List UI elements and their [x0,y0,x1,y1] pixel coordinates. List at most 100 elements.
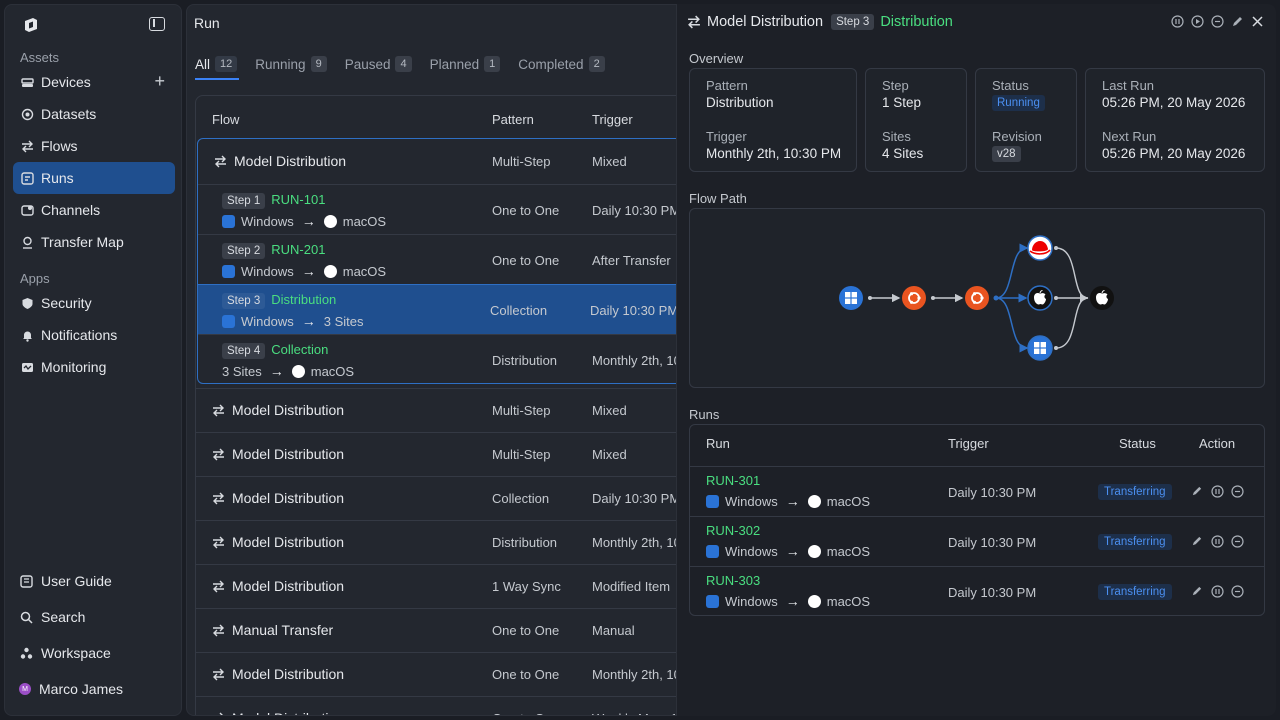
table-row[interactable]: Model Distribution Multi-Step Mixed [198,139,685,184]
pattern-cell: One to One [492,623,560,638]
step-name: RUN-201 [271,242,326,257]
user-name: Marco James [39,681,124,697]
sidebar-item-label: Security [41,295,92,311]
run-id[interactable]: RUN-303 [706,573,760,588]
workspace-icon [19,646,33,660]
pause-icon[interactable] [1210,484,1224,498]
app-logo-icon[interactable] [21,15,41,35]
sidebar-item-datasets[interactable]: Datasets [13,98,175,130]
column-header-trigger[interactable]: Trigger [592,112,633,127]
apple-node-icon[interactable] [1027,285,1053,311]
run-route: Windows → macOS [706,593,870,609]
trigger-cell: Monthly 2th, 10 [592,353,681,368]
column-header-trigger[interactable]: Trigger [948,436,989,451]
workspace-label: Workspace [41,645,111,661]
pause-icon[interactable] [1210,584,1224,598]
sidebar-item-flows[interactable]: Flows [13,130,175,162]
overview-card-step: Step 1 Step Sites 4 Sites [865,68,967,172]
tab-label: All [195,56,211,72]
apple-node-icon[interactable] [1090,286,1114,310]
windows-node-icon[interactable] [839,286,863,310]
run-row[interactable]: RUN-303 Windows → macOS Daily 10:30 PM Transf… [690,566,1264,616]
edit-icon[interactable] [1190,484,1204,498]
table-row-step[interactable]: Step 1 RUN-101 Windows → macOS One to One D… [198,184,685,234]
tab-completed[interactable]: Completed 2 [518,52,606,76]
user-profile[interactable]: M Marco James [19,681,123,697]
table-row[interactable]: Model Distribution Multi-Step Mixed [196,388,685,432]
run-id[interactable]: RUN-302 [706,523,760,538]
table-row-step[interactable]: Step 2 RUN-201 Windows → macOS One to One A… [198,234,685,284]
table-row[interactable]: Model Distribution One to One Weekly Mon, … [196,696,685,715]
collapse-sidebar-icon[interactable] [149,17,165,31]
column-header-flow[interactable]: Flow [212,112,239,127]
add-device-icon[interactable]: + [154,72,165,90]
sidebar-item-notifications[interactable]: Notifications [13,319,175,351]
windows-icon [222,314,235,328]
table-row-step[interactable]: Step 4 Collection 3 Sites → macOS Distribut… [198,334,685,384]
sidebar-item-security[interactable]: Security [13,287,175,319]
stop-icon[interactable] [1210,14,1224,28]
section-label-assets: Assets [20,50,60,65]
edit-icon[interactable] [1230,14,1244,28]
apple-icon [807,594,821,608]
sidebar-item-transfer-map[interactable]: Transfer Map [13,226,175,258]
tab-planned[interactable]: Planned 1 [430,52,503,76]
column-header-pattern[interactable]: Pattern [492,112,534,127]
pause-icon[interactable] [1210,534,1224,548]
apple-icon [323,214,337,228]
table-row[interactable]: Model Distribution 1 Way Sync Modified Ite… [196,564,685,608]
close-icon[interactable] [1250,14,1264,28]
user-guide-link[interactable]: User Guide [19,573,112,589]
stop-icon[interactable] [1230,584,1244,598]
table-row[interactable]: Model Distribution One to One Monthly 2th,… [196,652,685,696]
table-row[interactable]: Model Distribution Distribution Monthly 2t… [196,520,685,564]
column-header-run[interactable]: Run [706,436,730,451]
tab-running[interactable]: Running 9 [255,52,328,76]
table-row[interactable]: Model Distribution Multi-Step Mixed [196,432,685,476]
pause-icon[interactable] [1170,14,1184,28]
channels-icon [21,204,34,217]
play-icon[interactable] [1190,14,1204,28]
stop-icon[interactable] [1230,484,1244,498]
search-link[interactable]: Search [19,609,85,625]
stop-icon[interactable] [1230,534,1244,548]
step-name: RUN-101 [271,192,326,207]
workspace-link[interactable]: Workspace [19,645,111,661]
runs-icon [21,171,34,185]
tab-all[interactable]: All 12 [195,52,240,80]
column-header-status[interactable]: Status [1119,436,1156,451]
run-row[interactable]: RUN-301 Windows → macOS Daily 10:30 PM Transf… [690,466,1264,516]
sidebar-item-label: Flows [41,138,78,154]
revision-badge: v28 [992,146,1021,162]
sidebar-item-runs[interactable]: Runs [13,162,175,194]
tab-count: 12 [215,56,238,72]
sidebar-item-devices[interactable]: Devices + [13,66,175,98]
monitor-icon [21,361,34,374]
windows-node-icon[interactable] [1027,335,1053,361]
sidebar-item-channels[interactable]: Channels [13,194,175,226]
run-route: Windows → macOS [706,543,870,559]
edit-icon[interactable] [1190,534,1204,548]
flow-icon [213,492,224,504]
tab-paused[interactable]: Paused 4 [345,52,414,76]
trigger-cell: Manual [592,623,635,638]
sidebar-item-monitoring[interactable]: Monitoring [13,351,175,383]
run-row[interactable]: RUN-302 Windows → macOS Daily 10:30 PM Transf… [690,516,1264,566]
run-id[interactable]: RUN-301 [706,473,760,488]
ubuntu-node-icon[interactable] [965,286,989,310]
arrow-right-icon: → [785,493,800,509]
search-icon [19,610,33,624]
flow-cell: Model Distribution [212,534,344,550]
step-name: Collection [271,342,329,357]
ubuntu-node-icon[interactable] [902,286,926,310]
table-row[interactable]: Model Distribution Collection Daily 10:30 … [196,476,685,520]
table-row-step-selected[interactable]: Step 3 Distribution Windows → 3 Sites Colle… [198,284,685,334]
arrow-right-icon: → [785,593,800,609]
sidebar-item-label: Datasets [41,106,97,122]
table-row[interactable]: Manual Transfer One to One Manual [196,608,685,652]
flow-icon [213,624,224,636]
flow-path-diagram [689,208,1265,388]
edit-icon[interactable] [1190,584,1204,598]
card-value: 4 Sites [882,146,924,161]
redhat-node-icon[interactable] [1027,235,1053,261]
